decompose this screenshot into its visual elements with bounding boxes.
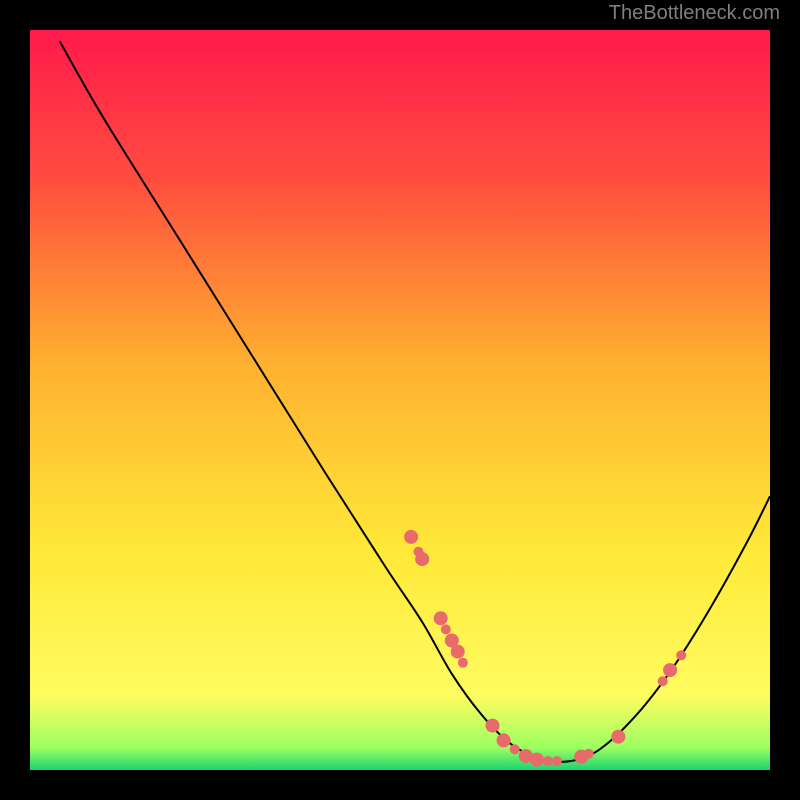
attribution-label: TheBottleneck.com	[609, 2, 780, 25]
data-marker	[543, 756, 553, 766]
data-marker	[434, 611, 448, 625]
data-marker	[584, 749, 594, 759]
data-marker	[658, 676, 668, 686]
data-marker	[458, 658, 468, 668]
data-marker	[415, 552, 429, 566]
data-marker	[530, 753, 544, 767]
data-marker	[676, 650, 686, 660]
data-marker	[451, 645, 465, 659]
data-marker	[441, 624, 451, 634]
data-marker	[611, 730, 625, 744]
background-rect	[30, 30, 770, 770]
data-marker	[404, 530, 418, 544]
data-marker	[497, 733, 511, 747]
data-marker	[510, 744, 520, 754]
data-marker	[552, 756, 562, 766]
data-marker	[486, 719, 500, 733]
data-marker	[663, 663, 677, 677]
figure-root: TheBottleneck.com	[0, 0, 800, 800]
chart-canvas	[30, 30, 770, 770]
